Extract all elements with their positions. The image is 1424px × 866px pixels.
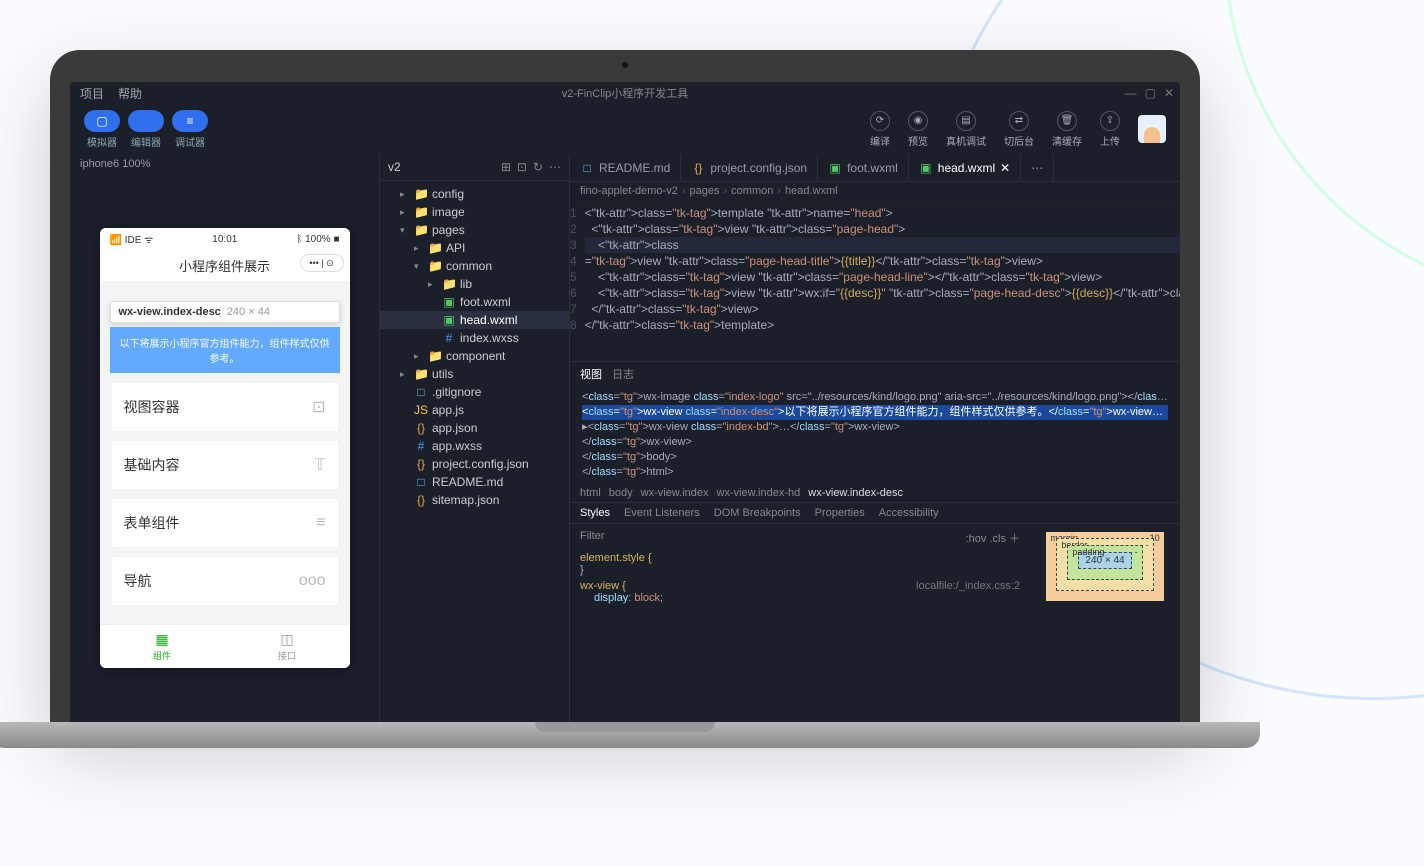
status-time: 10:01: [212, 234, 237, 245]
list-item[interactable]: 导航ooo: [112, 557, 338, 605]
styles-filter[interactable]: Filter: [580, 530, 604, 546]
action-5[interactable]: ⇪上传: [1100, 111, 1120, 148]
tree-action-icon[interactable]: ↻: [533, 160, 543, 174]
tree-node[interactable]: JSapp.js: [380, 401, 569, 419]
laptop-frame: 项目 帮助 v2-FinClip小程序开发工具 — ▢ ✕ ▢模拟器编辑器≡调试…: [50, 50, 1200, 748]
devtools-panel: 视图日志 <class="tg">wx-image class="index-l…: [570, 361, 1180, 722]
dev-tab[interactable]: 日志: [612, 366, 634, 382]
styles-tab[interactable]: DOM Breakpoints: [714, 507, 801, 519]
avatar[interactable]: [1138, 115, 1166, 143]
menubar: 项目 帮助 v2-FinClip小程序开发工具 — ▢ ✕: [70, 82, 1180, 104]
capsule-button[interactable]: ••• | ⊙: [300, 254, 344, 272]
dev-tab[interactable]: 视图: [580, 366, 602, 382]
win-minimize-icon[interactable]: —: [1125, 86, 1137, 100]
tree-node[interactable]: ▣head.wxml: [380, 311, 569, 329]
tree-node[interactable]: ▣foot.wxml: [380, 293, 569, 311]
tree-node[interactable]: {}app.json: [380, 419, 569, 437]
selected-element[interactable]: 以下将展示小程序官方组件能力，组件样式仅供参考。: [110, 327, 340, 373]
tree-node[interactable]: {}project.config.json: [380, 455, 569, 473]
action-0[interactable]: ⟳编译: [870, 111, 890, 148]
list-item[interactable]: 表单组件≡: [112, 499, 338, 547]
tree-node[interactable]: ▸📁utils: [380, 365, 569, 383]
box-model: margin 10 border - padding - 240 × 4: [1030, 524, 1180, 722]
win-close-icon[interactable]: ✕: [1164, 86, 1174, 100]
phone-tab[interactable]: ◫接口: [225, 625, 350, 668]
inspector-tooltip: wx-view.index-desc 240 × 44: [110, 301, 340, 323]
mode-2[interactable]: ≡调试器: [172, 110, 208, 149]
styles-tab[interactable]: Event Listeners: [624, 507, 700, 519]
toolbar: ▢模拟器编辑器≡调试器 ⟳编译 ◉预览 ▤真机调试 ⇄切后台 🗑清缓存 ⇪上传: [70, 104, 1180, 154]
menu-help[interactable]: 帮助: [118, 85, 142, 102]
status-signal: 📶 IDE ᯤ: [110, 232, 154, 246]
breadcrumb: fino-applet-demo-v2›pages›common›head.wx…: [570, 182, 1180, 201]
ide-screen: 项目 帮助 v2-FinClip小程序开发工具 — ▢ ✕ ▢模拟器编辑器≡调试…: [70, 82, 1180, 722]
tree-node[interactable]: ▸📁lib: [380, 275, 569, 293]
action-2[interactable]: ▤真机调试: [946, 111, 986, 148]
editor-tab[interactable]: ▣foot.wxml: [818, 154, 909, 181]
sim-device-info: iphone6 100%: [70, 154, 379, 174]
dom-breadcrumb[interactable]: htmlbodywx-view.indexwx-view.index-hdwx-…: [570, 484, 1180, 502]
window-title: v2-FinClip小程序开发工具: [562, 85, 689, 101]
list-item[interactable]: 基础内容𝕋: [112, 441, 338, 489]
simulator-panel: iphone6 100% 📶 IDE ᯤ 10:01 ᛒ 100% ■ 小程序组…: [70, 154, 380, 722]
tree-node[interactable]: ▸📁image: [380, 203, 569, 221]
list-item[interactable]: 视图容器⊡: [112, 383, 338, 431]
tree-node[interactable]: ▸📁API: [380, 239, 569, 257]
action-3[interactable]: ⇄切后台: [1004, 111, 1034, 148]
action-1[interactable]: ◉预览: [908, 111, 928, 148]
menu-project[interactable]: 项目: [80, 85, 104, 102]
tree-node[interactable]: ▾📁pages: [380, 221, 569, 239]
styles-hov-cls[interactable]: :hov .cls ＋: [966, 530, 1020, 546]
mode-0[interactable]: ▢模拟器: [84, 110, 120, 149]
action-4[interactable]: 🗑清缓存: [1052, 111, 1082, 148]
editor-panel: □README.md{}project.config.json▣foot.wxm…: [570, 154, 1180, 722]
tree-node[interactable]: ▸📁config: [380, 185, 569, 203]
close-icon[interactable]: ✕: [1000, 161, 1010, 175]
tree-node[interactable]: ▾📁common: [380, 257, 569, 275]
mode-1[interactable]: 编辑器: [128, 110, 164, 149]
phone-preview: 📶 IDE ᯤ 10:01 ᛒ 100% ■ 小程序组件展示 ••• | ⊙ w…: [100, 228, 350, 668]
tree-action-icon[interactable]: ⊞: [501, 160, 511, 174]
editor-tab[interactable]: □README.md: [570, 154, 681, 181]
editor-tab[interactable]: ▣head.wxml ✕: [909, 154, 1021, 181]
tree-node[interactable]: {}sitemap.json: [380, 491, 569, 509]
file-explorer: v2 ⊞ ⊡ ↻ ⋯ ▸📁config▸📁image▾📁pages▸📁API▾📁com…: [380, 154, 570, 722]
app-title: 小程序组件展示: [179, 259, 270, 274]
styles-tab[interactable]: Styles: [580, 507, 610, 519]
tree-action-icon[interactable]: ⋯: [549, 160, 561, 174]
project-root[interactable]: v2: [388, 160, 401, 174]
editor-tab[interactable]: {}project.config.json: [681, 154, 818, 181]
tree-node[interactable]: □README.md: [380, 473, 569, 491]
dom-tree[interactable]: <class="tg">wx-image class="index-logo" …: [570, 386, 1180, 484]
win-maximize-icon[interactable]: ▢: [1145, 86, 1156, 100]
status-battery: ᛒ 100% ■: [296, 234, 339, 245]
code-editor[interactable]: 12345678 <"tk-attr">class="tk-tag">templ…: [570, 201, 1180, 361]
tree-node[interactable]: #app.wxss: [380, 437, 569, 455]
phone-tab[interactable]: ▦组件: [100, 625, 225, 668]
tree-action-icon[interactable]: ⊡: [517, 160, 527, 174]
tree-node[interactable]: □.gitignore: [380, 383, 569, 401]
tree-node[interactable]: #index.wxss: [380, 329, 569, 347]
tree-node[interactable]: ▸📁component: [380, 347, 569, 365]
tab-more-icon[interactable]: ⋯: [1021, 154, 1054, 181]
styles-tab[interactable]: Properties: [815, 507, 865, 519]
styles-tab[interactable]: Accessibility: [879, 507, 939, 519]
